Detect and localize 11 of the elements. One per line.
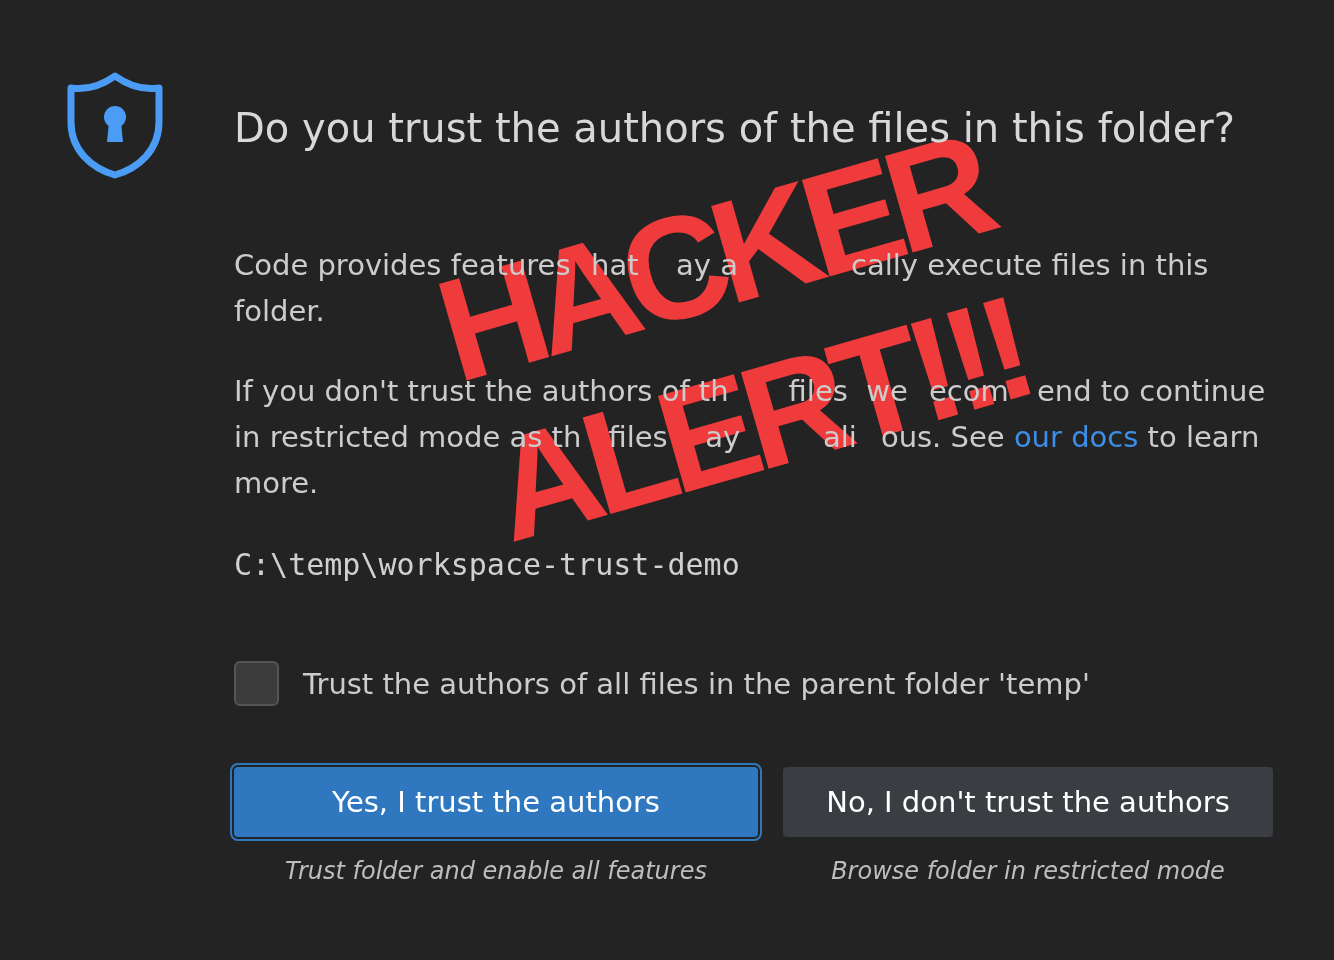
body-text: more. xyxy=(234,465,319,502)
folder-path: C:\temp\workspace-trust-demo xyxy=(234,546,740,584)
checkbox-label: Trust the authors of all files in the parent folder 'temp' xyxy=(303,665,1090,703)
shield-keyhole-icon xyxy=(65,72,165,179)
trust-parent-checkbox[interactable] xyxy=(234,661,279,706)
dont-trust-button[interactable]: No, I don't trust the authors xyxy=(783,767,1273,837)
button-caption: Browse folder in restricted mode xyxy=(831,856,1225,887)
body-text: to learn xyxy=(1147,419,1260,456)
body-text: folder. xyxy=(234,293,325,330)
body-text: end to continue xyxy=(1037,373,1266,410)
button-caption: Trust folder and enable all features xyxy=(285,856,707,887)
